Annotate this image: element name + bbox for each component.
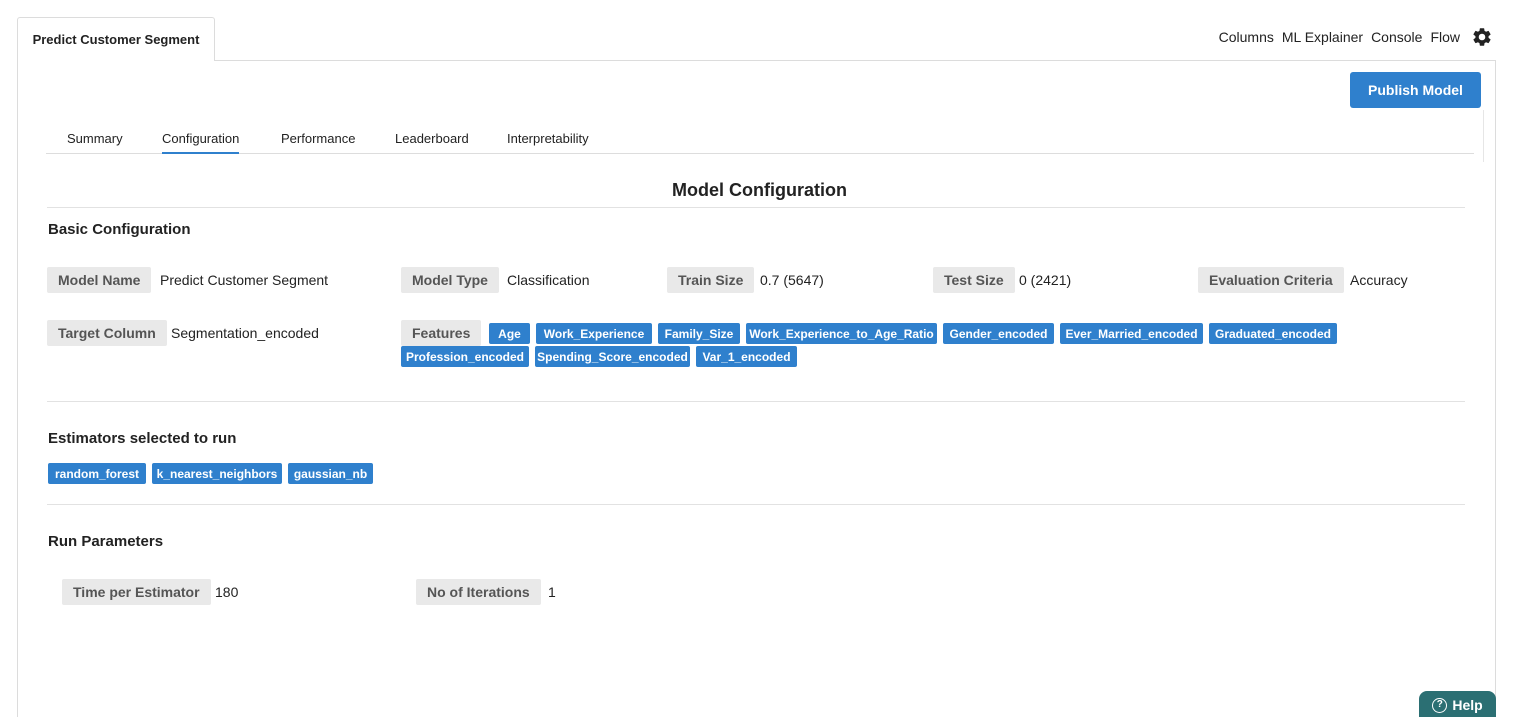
feature-chip: Var_1_encoded bbox=[696, 346, 797, 367]
top-nav: Columns ML Explainer Console Flow bbox=[1219, 22, 1493, 52]
feature-chip: Age bbox=[489, 323, 530, 344]
train-size-label: Train Size bbox=[667, 267, 755, 293]
feature-chip: Work_Experience bbox=[536, 323, 652, 344]
feature-chip: Work_Experience_to_Age_Ratio bbox=[746, 323, 937, 344]
page-tab-predict-customer-segment[interactable]: Predict Customer Segment bbox=[17, 17, 215, 61]
target-column-label: Target Column bbox=[47, 320, 167, 346]
basic-configuration-heading: Basic Configuration bbox=[48, 221, 191, 238]
divider bbox=[1483, 110, 1484, 162]
console-link[interactable]: Console bbox=[1371, 29, 1422, 45]
test-size-value: 0 (2421) bbox=[1019, 272, 1072, 288]
features-label: Features bbox=[401, 320, 482, 346]
tab-configuration[interactable]: Configuration bbox=[162, 124, 240, 154]
train-size-value: 0.7 (5647) bbox=[760, 272, 824, 288]
model-tabs: Summary Configuration Performance Leader… bbox=[46, 124, 1474, 154]
gear-icon[interactable] bbox=[1471, 26, 1493, 48]
feature-chip: Family_Size bbox=[658, 323, 740, 344]
feature-chip: Spending_Score_encoded bbox=[535, 346, 690, 367]
main-panel bbox=[17, 60, 1496, 717]
tab-leaderboard[interactable]: Leaderboard bbox=[395, 124, 469, 154]
divider bbox=[47, 207, 1465, 208]
divider bbox=[47, 504, 1465, 505]
estimators-heading: Estimators selected to run bbox=[48, 430, 237, 447]
tab-summary[interactable]: Summary bbox=[67, 124, 123, 154]
publish-model-button[interactable]: Publish Model bbox=[1350, 72, 1481, 108]
tab-performance[interactable]: Performance bbox=[281, 124, 355, 154]
help-button[interactable]: ? Help bbox=[1419, 691, 1496, 717]
estimator-chip: gaussian_nb bbox=[288, 463, 373, 484]
model-type-label: Model Type bbox=[401, 267, 499, 293]
time-per-estimator-label: Time per Estimator bbox=[62, 579, 211, 605]
divider bbox=[47, 401, 1465, 402]
question-circle-icon: ? bbox=[1432, 697, 1448, 713]
time-per-estimator-value: 180 bbox=[215, 584, 239, 600]
feature-chip: Profession_encoded bbox=[401, 346, 529, 367]
test-size-label: Test Size bbox=[933, 267, 1015, 293]
feature-chip: Graduated_encoded bbox=[1209, 323, 1337, 344]
model-name-label: Model Name bbox=[47, 267, 152, 293]
no-of-iterations-label: No of Iterations bbox=[416, 579, 541, 605]
no-of-iterations-value: 1 bbox=[548, 584, 556, 600]
evaluation-criteria-value: Accuracy bbox=[1350, 272, 1408, 288]
feature-chip: Ever_Married_encoded bbox=[1060, 323, 1203, 344]
help-label: Help bbox=[1452, 697, 1483, 713]
model-name-value: Predict Customer Segment bbox=[160, 272, 329, 288]
ml-explainer-link[interactable]: ML Explainer bbox=[1282, 29, 1363, 45]
feature-chip: Gender_encoded bbox=[943, 323, 1054, 344]
columns-link[interactable]: Columns bbox=[1219, 29, 1274, 45]
evaluation-criteria-label: Evaluation Criteria bbox=[1198, 267, 1344, 293]
tab-interpretability[interactable]: Interpretability bbox=[507, 124, 589, 154]
flow-link[interactable]: Flow bbox=[1430, 29, 1460, 45]
run-parameters-heading: Run Parameters bbox=[48, 533, 164, 550]
estimator-chip: random_forest bbox=[48, 463, 146, 484]
model-type-value: Classification bbox=[507, 272, 590, 288]
target-column-value: Segmentation_encoded bbox=[171, 325, 319, 341]
page-title: Model Configuration bbox=[672, 180, 847, 200]
estimator-chip: k_nearest_neighbors bbox=[152, 463, 282, 484]
